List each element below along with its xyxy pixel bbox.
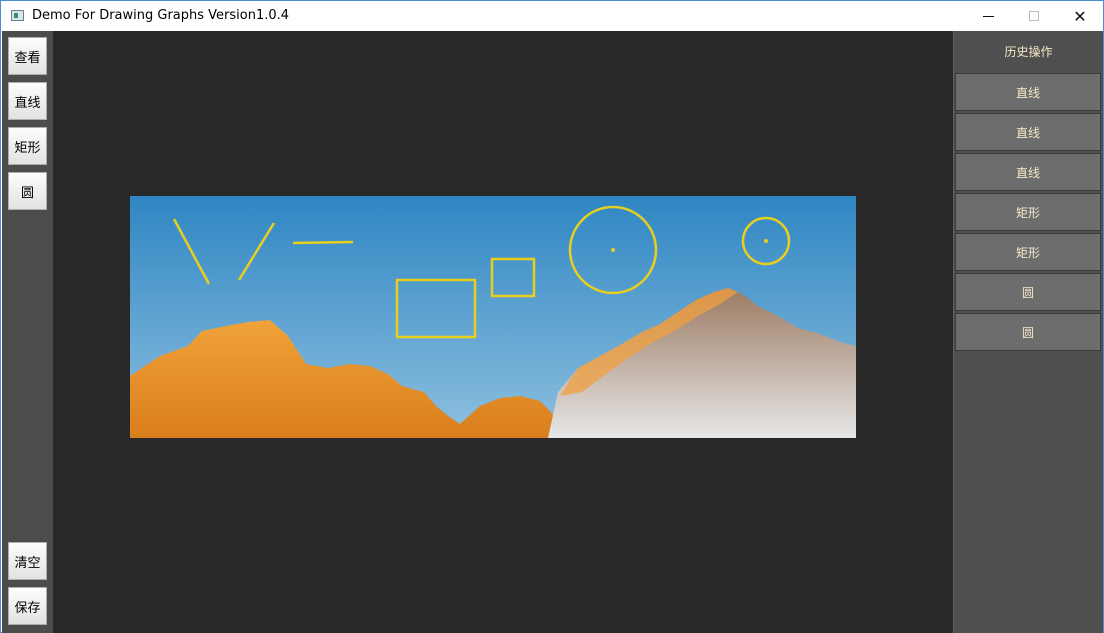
window-title: Demo For Drawing Graphs Version1.0.4: [32, 8, 290, 23]
save-button[interactable]: 保存: [8, 587, 47, 625]
history-panel: 历史操作 直线 直线 直线 矩形 矩形 圆 圆: [953, 31, 1103, 633]
history-item[interactable]: 圆: [955, 313, 1101, 351]
history-item[interactable]: 直线: [955, 113, 1101, 151]
circle-center-point: [611, 248, 615, 252]
rectangle-tool-button[interactable]: 矩形: [8, 127, 47, 165]
close-icon: ✕: [1073, 6, 1087, 26]
maximize-icon: [1029, 11, 1039, 21]
mountain-background-image: [130, 196, 856, 438]
history-item[interactable]: 矩形: [955, 193, 1101, 231]
line-tool-button[interactable]: 直线: [8, 82, 47, 120]
history-item[interactable]: 圆: [955, 273, 1101, 311]
circle-center-point: [764, 239, 768, 243]
circle-tool-button[interactable]: 圆: [8, 172, 47, 210]
history-header: 历史操作: [1004, 45, 1053, 59]
drawn-line: [292, 240, 354, 245]
history-item[interactable]: 直线: [955, 73, 1101, 111]
app-window: Demo For Drawing Graphs Version1.0.4 ✕ 查…: [0, 0, 1104, 633]
view-button[interactable]: 查看: [8, 37, 47, 75]
clear-button[interactable]: 清空: [8, 542, 47, 580]
history-item[interactable]: 直线: [955, 153, 1101, 191]
drawing-canvas[interactable]: [53, 31, 953, 633]
minimize-button[interactable]: [965, 1, 1011, 31]
title-bar[interactable]: Demo For Drawing Graphs Version1.0.4 ✕: [1, 1, 1103, 31]
history-item[interactable]: 矩形: [955, 233, 1101, 271]
app-window-icon: [11, 10, 24, 21]
close-button[interactable]: ✕: [1057, 1, 1103, 31]
minimize-icon: [982, 15, 994, 17]
left-toolbar: 查看 直线 矩形 圆 清空 保存: [2, 31, 53, 633]
maximize-button[interactable]: [1011, 1, 1057, 31]
